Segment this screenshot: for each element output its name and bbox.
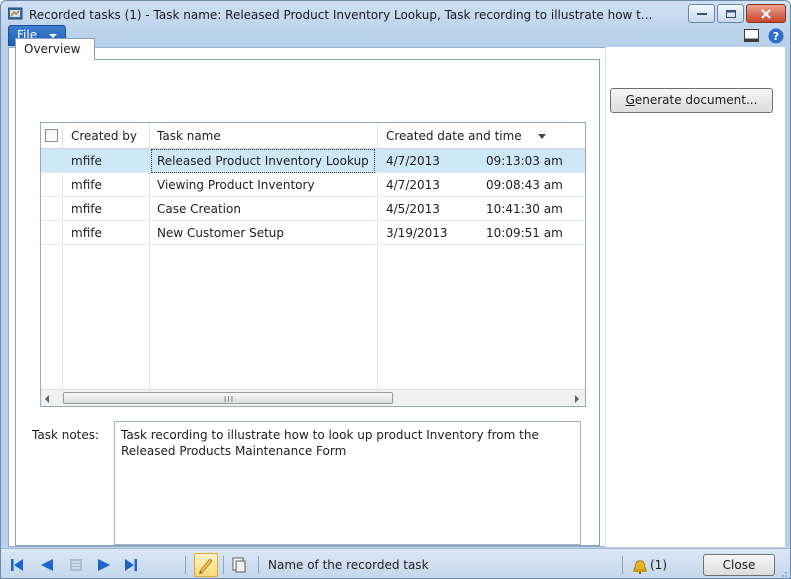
pencil-icon xyxy=(199,558,213,574)
generate-document-label: Generate document... xyxy=(625,93,758,107)
resize-grip-icon[interactable] xyxy=(778,568,788,578)
date-cell: 4/7/2013 xyxy=(386,178,440,192)
task-name-cell: Case Creation xyxy=(157,202,241,216)
notification-count[interactable]: (1) xyxy=(650,549,667,578)
toolbar-separator xyxy=(258,556,259,574)
minimize-icon xyxy=(696,12,707,15)
time-cell: 10:41:30 am xyxy=(486,202,563,216)
created-by-cell: mfife xyxy=(71,202,102,216)
tab-overview[interactable]: Overview xyxy=(15,38,95,60)
recorded-tasks-window: Recorded tasks (1) - Task name: Released… xyxy=(0,0,791,579)
bell-icon[interactable] xyxy=(631,558,649,574)
close-icon xyxy=(761,8,771,19)
column-header-created-date[interactable]: Created date and time xyxy=(386,123,522,149)
close-window-button[interactable] xyxy=(746,4,786,23)
toolbar-separator xyxy=(622,556,623,574)
select-all-checkbox[interactable] xyxy=(45,129,58,142)
column-header-created-by[interactable]: Created by xyxy=(71,123,137,149)
next-record-icon[interactable] xyxy=(98,559,110,571)
table-row[interactable]: mfife Viewing Product Inventory 4/7/2013… xyxy=(41,173,585,197)
task-notes-field[interactable]: Task recording to illustrate how to look… xyxy=(114,421,581,545)
recorder-app-icon xyxy=(8,7,23,20)
task-notes-label: Task notes: xyxy=(32,428,100,442)
grid-header: Created by Task name Created date and ti… xyxy=(41,123,585,149)
copy-icon[interactable] xyxy=(232,557,246,573)
minimize-button[interactable] xyxy=(688,4,715,23)
table-row[interactable]: mfife Released Product Inventory Lookup … xyxy=(41,149,585,173)
recorded-tasks-grid: Created by Task name Created date and ti… xyxy=(40,122,586,407)
close-button[interactable]: Close xyxy=(703,554,775,576)
svg-text:?: ? xyxy=(773,30,779,43)
panes-icon[interactable] xyxy=(744,29,759,42)
date-cell: 3/19/2013 xyxy=(386,226,448,240)
close-button-label: Close xyxy=(722,558,756,572)
scrollbar-grip: III xyxy=(224,395,235,404)
maximize-button[interactable] xyxy=(717,4,744,23)
previous-record-icon[interactable] xyxy=(41,559,53,571)
created-by-cell: mfife xyxy=(71,178,102,192)
help-icon[interactable]: ? xyxy=(768,28,784,44)
status-bar: Name of the recorded task (1) xyxy=(1,548,790,578)
first-record-icon[interactable] xyxy=(11,559,23,571)
toolbar-separator xyxy=(223,556,224,574)
toolbar-separator xyxy=(185,556,186,574)
table-row[interactable]: mfife Case Creation 4/5/2013 10:41:30 am xyxy=(41,197,585,221)
edit-button[interactable] xyxy=(194,553,218,577)
maximize-icon xyxy=(725,9,736,18)
action-pane xyxy=(605,47,785,547)
menu-bar: File ? xyxy=(1,23,790,47)
task-name-cell[interactable]: Released Product Inventory Lookup xyxy=(151,149,375,173)
task-name-cell: Viewing Product Inventory xyxy=(157,178,315,192)
table-row[interactable]: mfife New Customer Setup 3/19/2013 10:09… xyxy=(41,221,585,245)
date-cell: 4/5/2013 xyxy=(386,202,440,216)
time-cell: 10:09:51 am xyxy=(486,226,563,240)
last-record-icon[interactable] xyxy=(125,559,137,571)
time-cell: 09:13:03 am xyxy=(486,154,563,168)
date-cell: 4/7/2013 xyxy=(386,154,440,168)
sort-descending-icon[interactable] xyxy=(538,134,546,139)
list-icon[interactable] xyxy=(70,559,82,571)
created-by-cell: mfife xyxy=(71,154,102,168)
horizontal-scrollbar[interactable]: III xyxy=(41,389,585,406)
created-by-cell: mfife xyxy=(71,226,102,240)
window-title: Recorded tasks (1) - Task name: Released… xyxy=(29,8,653,22)
scroll-right-icon[interactable] xyxy=(575,395,579,403)
time-cell: 09:08:43 am xyxy=(486,178,563,192)
status-text: Name of the recorded task xyxy=(268,558,429,572)
scrollbar-thumb[interactable]: III xyxy=(63,392,393,404)
scroll-left-icon[interactable] xyxy=(45,395,49,403)
column-header-task-name[interactable]: Task name xyxy=(157,123,221,149)
generate-document-button[interactable]: Generate document... xyxy=(610,88,773,113)
task-name-cell: New Customer Setup xyxy=(157,226,285,240)
